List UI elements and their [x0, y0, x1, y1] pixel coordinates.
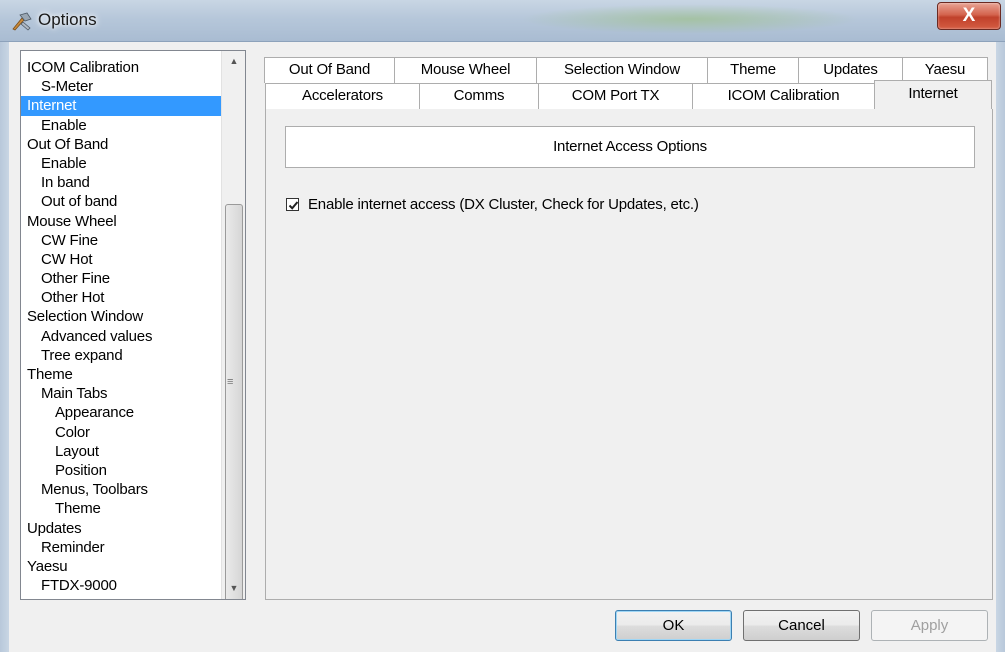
tree-item[interactable]: Updates — [21, 519, 221, 538]
tab-comms[interactable]: Comms — [419, 83, 539, 109]
tree-item[interactable]: Yaesu — [21, 557, 221, 576]
tree-item[interactable]: In band — [21, 173, 221, 192]
cancel-button[interactable]: Cancel — [743, 610, 860, 641]
close-icon: X — [962, 5, 976, 26]
apply-button: Apply — [871, 610, 988, 641]
tree-item[interactable]: Out of band — [21, 192, 221, 211]
tree-item[interactable]: Enable — [21, 154, 221, 173]
enable-internet-row[interactable]: Enable internet access (DX Cluster, Chec… — [286, 195, 699, 213]
tree-item[interactable]: Theme — [21, 365, 221, 384]
checkmark-icon — [288, 200, 299, 210]
tab-com-port-tx[interactable]: COM Port TX — [538, 83, 693, 109]
scrollbar-grip-icon: ≡ — [227, 376, 234, 388]
tree-item[interactable]: Theme — [21, 499, 221, 518]
options-tree[interactable]: ICOM Calibration S-Meter Internet Enable Out… — [20, 50, 246, 600]
tab-mouse-wheel[interactable]: Mouse Wheel — [394, 57, 537, 83]
tab-selection-window[interactable]: Selection Window — [536, 57, 708, 83]
window-title: Options — [38, 10, 97, 29]
tree-item[interactable]: CW Hot — [21, 250, 221, 269]
tab-icom-calibration[interactable]: ICOM Calibration — [692, 83, 875, 109]
ok-button[interactable]: OK — [615, 610, 732, 641]
tab-out-of-band[interactable]: Out Of Band — [264, 57, 395, 83]
tree-item[interactable]: Layout — [21, 442, 221, 461]
title-bar: Options X — [0, 0, 1005, 42]
panel-header: Internet Access Options — [285, 126, 975, 168]
tree-item[interactable]: Reminder — [21, 538, 221, 557]
tree-item[interactable]: FTDX-9000 — [21, 576, 221, 595]
app-icon — [12, 12, 32, 31]
tree-item[interactable]: Color — [21, 423, 221, 442]
tree-item[interactable]: Internet — [21, 96, 221, 116]
tree-item[interactable]: Other Hot — [21, 288, 221, 307]
tree-item[interactable]: Enable — [21, 116, 221, 135]
tree-item[interactable]: CW Fine — [21, 231, 221, 250]
tree-item[interactable]: Position — [21, 461, 221, 480]
enable-internet-checkbox[interactable] — [286, 197, 299, 211]
tree-item[interactable]: Other Fine — [21, 269, 221, 288]
tree-item[interactable]: Appearance — [21, 403, 221, 422]
scroll-down-icon[interactable]: ▼ — [222, 578, 245, 598]
internet-tab-panel: Internet Access Options Enable internet … — [265, 109, 993, 600]
enable-internet-label: Enable internet access (DX Cluster, Chec… — [308, 195, 699, 213]
tree-item[interactable]: Main Tabs — [21, 384, 221, 403]
scroll-up-icon[interactable]: ▲ — [222, 51, 245, 71]
tree-item[interactable]: Out Of Band — [21, 135, 221, 154]
window-frame-left — [0, 42, 9, 652]
window-frame-right — [996, 42, 1005, 652]
tree-item[interactable]: Menus, Toolbars — [21, 480, 221, 499]
tree-item[interactable]: Mouse Wheel — [21, 212, 221, 231]
tab-internet[interactable]: Internet — [874, 80, 992, 110]
title-glow — [520, 4, 860, 34]
tab-accelerators[interactable]: Accelerators — [265, 83, 420, 109]
tree-item[interactable]: ICOM Calibration — [21, 58, 221, 77]
scrollbar-thumb[interactable] — [225, 204, 243, 599]
close-button[interactable]: X — [937, 2, 1001, 30]
tree-item[interactable]: Advanced values — [21, 327, 221, 346]
tree-item[interactable]: S-Meter — [21, 77, 221, 96]
tab-theme[interactable]: Theme — [707, 57, 799, 83]
tree-list: ICOM Calibration S-Meter Internet Enable Out… — [21, 58, 221, 595]
tree-item[interactable]: Tree expand — [21, 346, 221, 365]
tree-scrollbar[interactable]: ▲ ≡ ▼ — [221, 51, 245, 599]
tree-item[interactable]: Selection Window — [21, 307, 221, 326]
